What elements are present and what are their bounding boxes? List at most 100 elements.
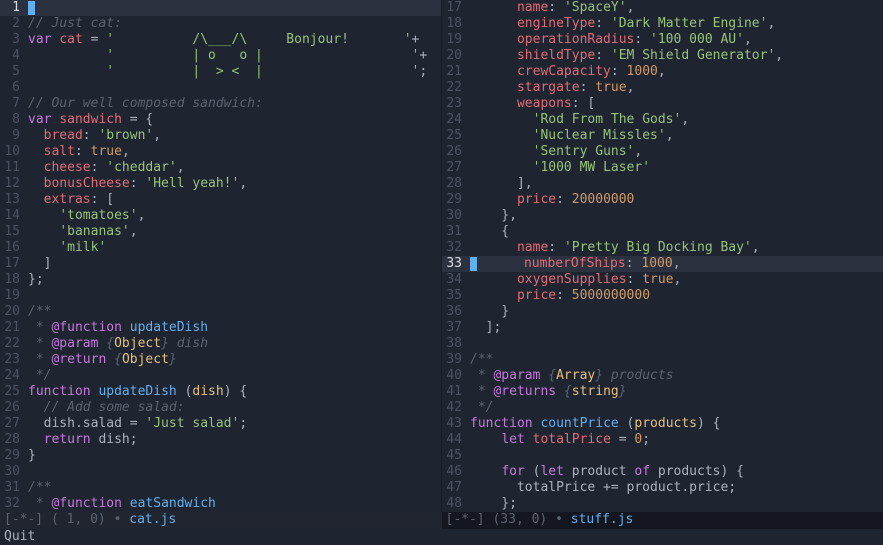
code-line[interactable]: 24 'Rod From The Gods', xyxy=(442,112,883,128)
code-content[interactable]: ] xyxy=(28,256,51,271)
code-line[interactable]: 30 }, xyxy=(442,208,883,224)
code-line[interactable]: 15 'bananas', xyxy=(0,224,441,240)
code-content[interactable]: * @param {Array} products xyxy=(470,368,674,383)
code-content[interactable]: function updateDish (dish) { xyxy=(28,384,247,399)
code-content[interactable]: * @return {Object} xyxy=(28,352,177,367)
code-line[interactable]: 4 ' | o o | '+ xyxy=(0,48,441,64)
code-content[interactable]: oxygenSupplies: true, xyxy=(470,272,681,287)
code-line[interactable]: 29 price: 20000000 xyxy=(442,192,883,208)
code-line[interactable]: 14 'tomatoes', xyxy=(0,208,441,224)
code-line[interactable]: 23 * @return {Object} xyxy=(0,352,441,368)
code-line[interactable]: 28 ], xyxy=(442,176,883,192)
code-line[interactable]: 39/** xyxy=(442,352,883,368)
code-line[interactable]: 16 'milk' xyxy=(0,240,441,256)
code-content[interactable]: */ xyxy=(28,368,51,383)
code-line[interactable]: 19 operationRadius: '100 000 AU', xyxy=(442,32,883,48)
code-line[interactable]: 27 dish.salad = 'Just salad'; xyxy=(0,416,441,432)
code-line[interactable]: 45 xyxy=(442,448,883,464)
code-content[interactable]: name: 'Pretty Big Docking Bay', xyxy=(470,240,760,255)
code-line[interactable]: 24 */ xyxy=(0,368,441,384)
code-line[interactable]: 17 ] xyxy=(0,256,441,272)
code-line[interactable]: 3var cat = ' /\___/\ Bonjour! '+ xyxy=(0,32,441,48)
code-line[interactable]: 26 // Add some salad: xyxy=(0,400,441,416)
code-content[interactable]: /** xyxy=(28,304,51,319)
code-content[interactable]: extras: [ xyxy=(28,192,114,207)
code-content[interactable]: ], xyxy=(470,176,533,191)
code-content[interactable]: bread: 'brown', xyxy=(28,128,161,143)
code-content[interactable]: price: 20000000 xyxy=(470,192,634,207)
code-content[interactable]: { xyxy=(470,224,509,239)
code-content[interactable]: }, xyxy=(470,208,517,223)
code-content[interactable]: let totalPrice = 0; xyxy=(470,432,650,447)
code-content[interactable]: }; xyxy=(28,272,44,287)
code-line[interactable]: 22 stargate: true, xyxy=(442,80,883,96)
code-content[interactable]: ' | o o | '+ xyxy=(28,48,427,63)
code-line[interactable]: 17 name: 'SpaceY', xyxy=(442,0,883,16)
command-line[interactable]: Quit xyxy=(0,529,883,545)
code-line[interactable]: 9 bread: 'brown', xyxy=(0,128,441,144)
code-content[interactable]: return dish; xyxy=(28,432,138,447)
code-line[interactable]: 25 'Nuclear Missles', xyxy=(442,128,883,144)
right-editor-pane[interactable]: 17 name: 'SpaceY',18 engineType: 'Dark M… xyxy=(442,0,883,512)
code-line[interactable]: 31 { xyxy=(442,224,883,240)
code-line[interactable]: 19 xyxy=(0,288,441,304)
code-content[interactable]: ' | > < | '; xyxy=(28,64,427,79)
code-line[interactable]: 47 totalPrice += product.price; xyxy=(442,480,883,496)
code-content[interactable]: ]; xyxy=(470,320,501,335)
code-content[interactable]: * @param {Object} dish xyxy=(28,336,208,351)
code-line[interactable]: 5 ' | > < | '; xyxy=(0,64,441,80)
code-line[interactable]: 34 oxygenSupplies: true, xyxy=(442,272,883,288)
code-content[interactable]: // Just cat: xyxy=(28,16,122,31)
code-content[interactable]: 'Nuclear Missles', xyxy=(470,128,674,143)
code-line[interactable]: 26 'Sentry Guns', xyxy=(442,144,883,160)
code-line[interactable]: 32 name: 'Pretty Big Docking Bay', xyxy=(442,240,883,256)
code-content[interactable]: /** xyxy=(28,480,51,495)
code-content[interactable]: /** xyxy=(470,352,493,367)
code-line[interactable]: 13 extras: [ xyxy=(0,192,441,208)
code-line[interactable]: 41 * @returns {string} xyxy=(442,384,883,400)
code-line[interactable]: 8var sandwich = { xyxy=(0,112,441,128)
code-line[interactable]: 42 */ xyxy=(442,400,883,416)
code-content[interactable]: stargate: true, xyxy=(470,80,634,95)
code-content[interactable]: '1000 MW Laser' xyxy=(470,160,650,175)
code-content[interactable]: function countPrice (products) { xyxy=(470,416,721,431)
code-content[interactable]: * @returns {string} xyxy=(470,384,627,399)
code-line[interactable]: 33 numberOfShips: 1000, xyxy=(442,256,883,272)
code-content[interactable]: cheese: 'cheddar', xyxy=(28,160,185,175)
code-line[interactable]: 1 xyxy=(0,0,441,16)
code-line[interactable]: 6 xyxy=(0,80,441,96)
code-content[interactable]: crewCapacity: 1000, xyxy=(470,64,666,79)
code-content[interactable]: totalPrice += product.price; xyxy=(470,480,736,495)
code-content[interactable]: 'Rod From The Gods', xyxy=(470,112,689,127)
code-line[interactable]: 12 bonusCheese: 'Hell yeah!', xyxy=(0,176,441,192)
code-line[interactable]: 48 }; xyxy=(442,496,883,512)
code-content[interactable]: for (let product of products) { xyxy=(470,464,744,479)
code-line[interactable]: 30 xyxy=(0,464,441,480)
code-line[interactable]: 35 price: 5000000000 xyxy=(442,288,883,304)
code-content[interactable]: price: 5000000000 xyxy=(470,288,650,303)
code-content[interactable]: shieldType: 'EM Shield Generator', xyxy=(470,48,783,63)
left-editor-pane[interactable]: 12// Just cat:3var cat = ' /\___/\ Bonjo… xyxy=(0,0,442,512)
code-content[interactable]: var cat = ' /\___/\ Bonjour! '+ xyxy=(28,32,419,47)
code-content[interactable]: operationRadius: '100 000 AU', xyxy=(470,32,752,47)
code-content[interactable]: } xyxy=(470,304,509,319)
code-content[interactable]: 'bananas', xyxy=(28,224,138,239)
code-content[interactable]: dish.salad = 'Just salad'; xyxy=(28,416,247,431)
code-content[interactable]: 'milk' xyxy=(28,240,106,255)
code-line[interactable]: 20/** xyxy=(0,304,441,320)
code-content[interactable]: var sandwich = { xyxy=(28,112,153,127)
code-line[interactable]: 37 ]; xyxy=(442,320,883,336)
code-line[interactable]: 40 * @param {Array} products xyxy=(442,368,883,384)
code-line[interactable]: 10 salt: true, xyxy=(0,144,441,160)
code-line[interactable]: 25function updateDish (dish) { xyxy=(0,384,441,400)
code-content[interactable]: numberOfShips: 1000, xyxy=(470,256,681,271)
code-content[interactable]: 'tomatoes', xyxy=(28,208,145,223)
code-content[interactable]: weapons: [ xyxy=(470,96,595,111)
code-line[interactable]: 28 return dish; xyxy=(0,432,441,448)
code-line[interactable]: 21 * @function updateDish xyxy=(0,320,441,336)
code-line[interactable]: 18}; xyxy=(0,272,441,288)
code-content[interactable]: salt: true, xyxy=(28,144,130,159)
code-content[interactable]: */ xyxy=(470,400,493,415)
code-content[interactable]: // Add some salad: xyxy=(28,400,185,415)
code-content[interactable]: engineType: 'Dark Matter Engine', xyxy=(470,16,775,31)
